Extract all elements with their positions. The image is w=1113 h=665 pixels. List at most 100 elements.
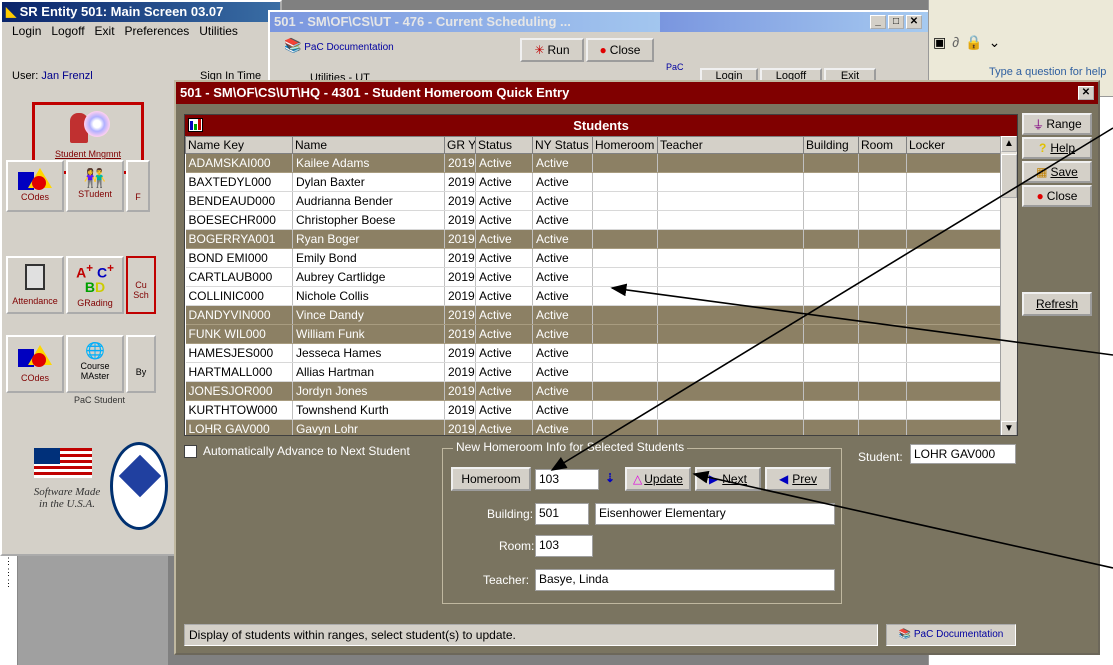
- cell-homeroom: [592, 324, 658, 344]
- table-body: ADAMSKAI000 Kailee Adams 2019 Active Active B…: [185, 153, 1001, 435]
- cell-gr-yr: 2019: [444, 400, 476, 420]
- refresh-button[interactable]: Refresh: [1022, 292, 1092, 316]
- table-row[interactable]: CARTLAUB000 Aubrey Cartlidge 2019 Active Act…: [185, 267, 1001, 287]
- sif-badge: [110, 442, 168, 530]
- cell-homeroom: [592, 305, 658, 325]
- table-row[interactable]: BAXTEDYL000 Dylan Baxter 2019 Active Active: [185, 172, 1001, 192]
- grades-icon: A+ C+ BD: [76, 262, 114, 295]
- vertical-scrollbar[interactable]: ▲ ▼: [1000, 136, 1017, 435]
- cell-name-key: BOGERRYA001: [185, 229, 293, 249]
- update-button[interactable]: △ Update: [625, 467, 691, 491]
- range-button[interactable]: ⏚ Range: [1022, 113, 1092, 135]
- cell-name-key: KURTHTOW000: [185, 400, 293, 420]
- cell-homeroom: [592, 248, 658, 268]
- help-button[interactable]: ? Help: [1022, 137, 1092, 159]
- table-row[interactable]: HARTMALL000 Allias Hartman 2019 Active Activ…: [185, 362, 1001, 382]
- prev-arrow-icon: ◀: [779, 472, 789, 486]
- user-line: User: Jan Frenzl: [12, 70, 93, 82]
- col-name[interactable]: Name: [292, 136, 445, 154]
- table-row[interactable]: BOGERRYA001 Ryan Boger 2019 Active Active: [185, 229, 1001, 249]
- table-row[interactable]: BOND EMI000 Emily Bond 2019 Active Active: [185, 248, 1001, 268]
- course-master-tile[interactable]: 🌐 Course MAster: [66, 335, 124, 393]
- table-row[interactable]: DANDYVIN000 Vince Dandy 2019 Active Active: [185, 305, 1001, 325]
- table-row[interactable]: BOESECHR000 Christopher Boese 2019 Active Ac…: [185, 210, 1001, 230]
- cell-name: Audrianna Bender: [292, 191, 445, 211]
- grid-chart-icon[interactable]: [188, 118, 203, 132]
- table-row[interactable]: HAMESJES000 Jesseca Hames 2019 Active Active: [185, 343, 1001, 363]
- homeroom-input[interactable]: 103: [535, 469, 599, 490]
- table-header-row: Name Key Name GR YR Status NY Status Hom…: [185, 136, 1001, 154]
- homeroom-button[interactable]: Homeroom: [451, 467, 531, 491]
- menu-utilities[interactable]: Utilities: [199, 24, 238, 40]
- col-status[interactable]: Status: [475, 136, 533, 154]
- cell-homeroom: [592, 400, 658, 420]
- next-button[interactable]: ▶ Next: [695, 467, 761, 491]
- table-row[interactable]: JONESJOR000 Jordyn Jones 2019 Active Active: [185, 381, 1001, 401]
- col-room[interactable]: Room: [858, 136, 907, 154]
- menu-exit[interactable]: Exit: [95, 24, 115, 40]
- cell-ny-status: Active: [532, 210, 593, 230]
- scroll-up-arrow-icon[interactable]: ▲: [1001, 136, 1017, 152]
- pac-doc-logo[interactable]: 📚 PaC Documentation: [284, 38, 394, 53]
- chevron-down-icon[interactable]: ⌄: [989, 34, 1001, 51]
- link-icon[interactable]: ∂: [952, 34, 959, 51]
- menu-logoff[interactable]: Logoff: [51, 24, 84, 40]
- col-locker[interactable]: Locker: [906, 136, 1001, 154]
- cell-name-key: CARTLAUB000: [185, 267, 293, 287]
- cell-status: Active: [475, 286, 533, 306]
- table-row[interactable]: KURTHTOW000 Townshend Kurth 2019 Active Acti…: [185, 400, 1001, 420]
- menu-login[interactable]: Login: [12, 24, 41, 40]
- minimize-icon[interactable]: _: [870, 15, 886, 29]
- col-gr-yr[interactable]: GR YR: [444, 136, 476, 154]
- col-ny-status[interactable]: NY Status: [532, 136, 593, 154]
- close-dot-icon: ●: [599, 43, 607, 57]
- cell-status: Active: [475, 362, 533, 382]
- lookup-arrow-icon[interactable]: ⇣: [605, 471, 615, 485]
- menu-preferences[interactable]: Preferences: [125, 24, 190, 40]
- flag-caption: Software Made in the U.S.A.: [33, 486, 101, 510]
- cell-ny-status: Active: [532, 362, 593, 382]
- col-building[interactable]: Building: [803, 136, 859, 154]
- codes-tile-2[interactable]: COdes: [6, 335, 64, 393]
- attendance-tile[interactable]: Attendance: [6, 256, 64, 314]
- by-tile[interactable]: By: [126, 335, 156, 393]
- col-name-key[interactable]: Name Key: [185, 136, 293, 154]
- codes-shapes-icon: [18, 168, 52, 192]
- cell-gr-yr: 2019: [444, 267, 476, 287]
- table-row[interactable]: LOHR GAV000 Gavyn Lohr 2019 Active Active: [185, 419, 1001, 435]
- scroll-thumb[interactable]: [1001, 154, 1017, 198]
- lock-icon[interactable]: 🔒: [965, 34, 982, 51]
- status-pac-doc[interactable]: 📚 PaC Documentation: [886, 624, 1016, 646]
- save-button[interactable]: ▦ Save: [1022, 161, 1092, 183]
- cell-gr-yr: 2019: [444, 210, 476, 230]
- maximize-icon[interactable]: □: [888, 15, 904, 29]
- col-teacher[interactable]: Teacher: [657, 136, 804, 154]
- f-tile[interactable]: F: [126, 160, 150, 212]
- codes-tile[interactable]: COdes: [6, 160, 64, 212]
- auto-advance-checkbox[interactable]: [184, 444, 197, 458]
- scheduling-tile[interactable]: Cu Sch: [126, 256, 156, 314]
- cell-teacher: [657, 343, 804, 363]
- image-icon[interactable]: ▣: [933, 34, 946, 51]
- prev-button[interactable]: ◀ Prev: [765, 467, 831, 491]
- run-button[interactable]: ✳ Run: [520, 38, 584, 62]
- grading-tile[interactable]: A+ C+ BD GRading: [66, 256, 124, 314]
- table-row[interactable]: COLLINIC000 Nichole Collis 2019 Active Activ…: [185, 286, 1001, 306]
- close-icon[interactable]: ✕: [906, 15, 922, 29]
- help-question-box[interactable]: Type a question for help: [989, 66, 1113, 78]
- table-row[interactable]: BENDEAUD000 Audrianna Bender 2019 Active Act…: [185, 191, 1001, 211]
- auto-advance-label: Automatically Advance to Next Student: [203, 444, 410, 458]
- cell-teacher: [657, 229, 804, 249]
- app-logo-icon: ◣: [6, 4, 16, 19]
- dialog-close-button[interactable]: ● Close: [1022, 185, 1092, 207]
- col-homeroom[interactable]: Homeroom: [592, 136, 658, 154]
- table-row[interactable]: FUNK WIL000 William Funk 2019 Active Active: [185, 324, 1001, 344]
- table-row[interactable]: ADAMSKAI000 Kailee Adams 2019 Active Active: [185, 153, 1001, 173]
- close-button[interactable]: ● Close: [586, 38, 654, 62]
- scroll-down-arrow-icon[interactable]: ▼: [1001, 421, 1017, 435]
- student-tile[interactable]: 👫 STudent: [66, 160, 124, 212]
- cell-ny-status: Active: [532, 229, 593, 249]
- cell-teacher: [657, 305, 804, 325]
- close-icon[interactable]: ✕: [1078, 86, 1094, 100]
- cell-ny-status: Active: [532, 286, 593, 306]
